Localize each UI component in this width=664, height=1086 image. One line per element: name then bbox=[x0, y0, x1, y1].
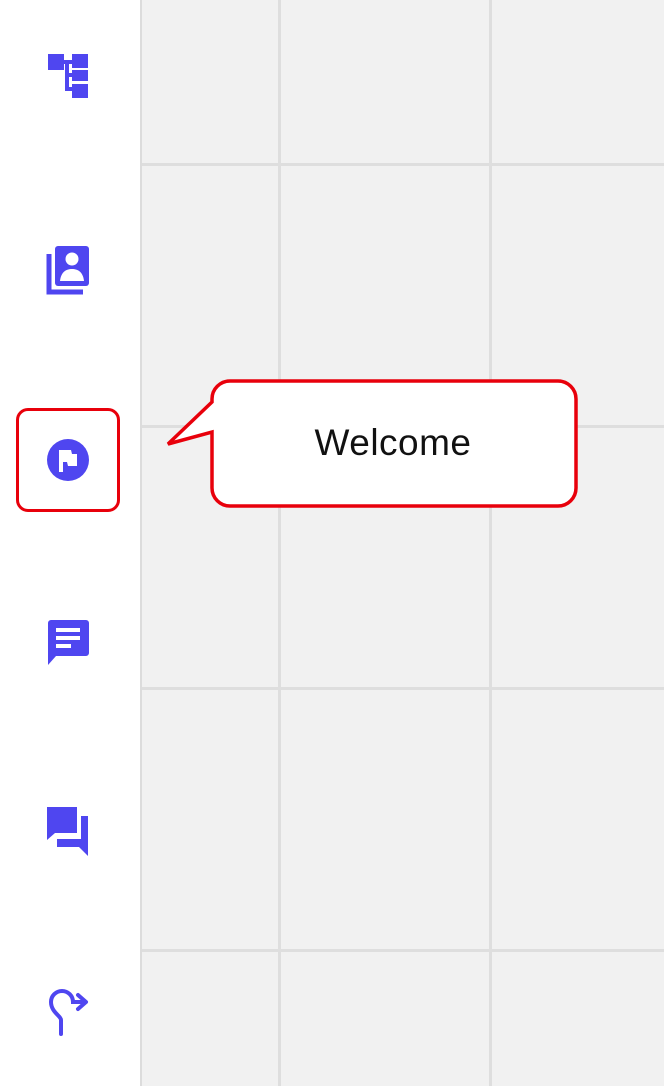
sidebar-item-contacts[interactable] bbox=[18, 220, 118, 320]
contact-book-icon bbox=[45, 244, 91, 296]
app-window: Welcome bbox=[0, 0, 664, 1086]
redirect-arrow-icon bbox=[46, 984, 90, 1036]
sidebar-item-message[interactable] bbox=[18, 592, 118, 692]
selection-highlight bbox=[16, 408, 120, 512]
sidebar-item-tree[interactable] bbox=[18, 25, 118, 125]
canvas-grid[interactable] bbox=[142, 0, 664, 1086]
flow-tree-icon bbox=[46, 51, 90, 99]
sidebar-item-welcome[interactable] bbox=[16, 408, 120, 512]
welcome-callout: Welcome bbox=[160, 378, 580, 512]
message-icon bbox=[45, 616, 91, 668]
callout-label: Welcome bbox=[314, 422, 472, 463]
sidebar-item-conversations[interactable] bbox=[18, 780, 118, 880]
forum-icon bbox=[45, 804, 91, 856]
sidebar bbox=[0, 0, 142, 1086]
sidebar-item-redirect[interactable] bbox=[18, 960, 118, 1060]
